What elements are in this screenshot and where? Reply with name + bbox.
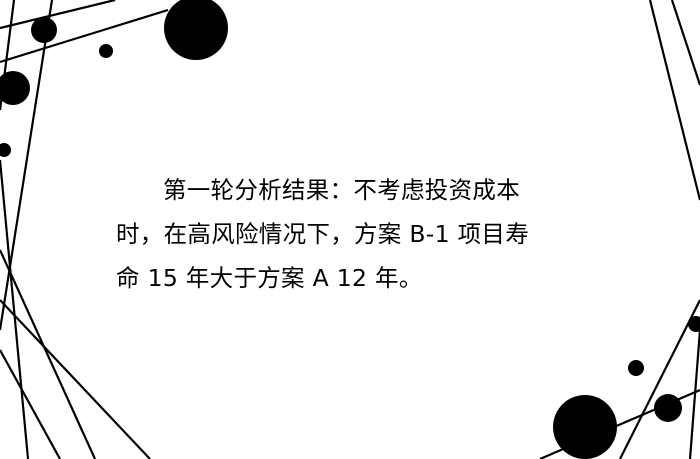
- dot-edge-left: [0, 71, 30, 105]
- bottom-right-dots: [553, 316, 700, 459]
- dot-small-bottom: [628, 360, 644, 376]
- slide-line-1: 第一轮分析结果：不考虑投资成本: [163, 176, 520, 204]
- slide-line-2: 时，在高风险情况下，方案 B-1 项目寿: [116, 220, 529, 248]
- dot-edge-left-small: [0, 143, 11, 157]
- slide-line-3: 命 15 年大于方案 A 12 年。: [116, 264, 423, 292]
- dot-small-top: [99, 44, 113, 58]
- dot-medium-left: [31, 17, 57, 43]
- top-left-dots: [0, 0, 228, 157]
- dot-large-bottom: [553, 395, 617, 459]
- slide-body-text: 第一轮分析结果：不考虑投资成本 时，在高风险情况下，方案 B-1 项目寿 命 1…: [116, 168, 616, 300]
- dot-medium-bottom: [654, 394, 682, 422]
- dot-large-top: [164, 0, 228, 60]
